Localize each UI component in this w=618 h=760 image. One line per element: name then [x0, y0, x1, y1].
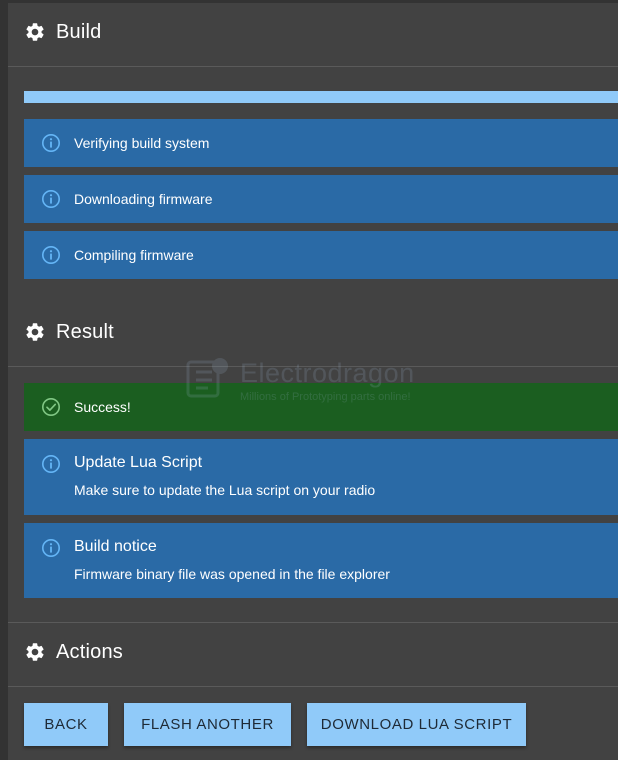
- window-top-edge: [0, 0, 618, 3]
- update-lua-alert: Update Lua Script Make sure to update th…: [24, 439, 618, 515]
- build-notice-alert: Build notice Firmware binary file was op…: [24, 523, 618, 598]
- success-label: Success!: [74, 399, 131, 415]
- check-circle-icon: [42, 398, 60, 416]
- actions-section-title: Actions: [56, 640, 123, 663]
- info-icon: [42, 134, 60, 152]
- divider: [8, 366, 618, 367]
- divider: [8, 622, 618, 623]
- build-progress-bar: [24, 91, 618, 103]
- success-alert: Success!: [24, 383, 618, 431]
- build-step-compile: Compiling firmware: [24, 231, 618, 279]
- info-icon: [42, 455, 60, 473]
- build-step-label: Compiling firmware: [74, 247, 194, 263]
- gear-icon: [26, 643, 44, 661]
- alert-body: Firmware binary file was opened in the f…: [74, 566, 390, 582]
- info-icon: [42, 190, 60, 208]
- alert-title: Build notice: [74, 538, 157, 555]
- info-icon: [42, 539, 60, 557]
- divider: [8, 66, 618, 67]
- build-step-verify: Verifying build system: [24, 119, 618, 167]
- build-step-download: Downloading firmware: [24, 175, 618, 223]
- gear-icon: [26, 23, 44, 41]
- actions-section-header: Actions: [24, 637, 123, 667]
- result-section-header: Result: [24, 317, 114, 347]
- back-button[interactable]: BACK: [24, 703, 108, 746]
- gear-icon: [26, 323, 44, 341]
- result-section-title: Result: [56, 320, 114, 343]
- build-step-label: Downloading firmware: [74, 191, 213, 207]
- build-section-header: Build: [24, 17, 101, 47]
- divider: [8, 686, 618, 687]
- flash-another-button[interactable]: FLASH ANOTHER: [124, 703, 291, 746]
- info-icon: [42, 246, 60, 264]
- alert-title: Update Lua Script: [74, 454, 203, 471]
- alert-body: Make sure to update the Lua script on yo…: [74, 482, 376, 498]
- download-lua-script-button[interactable]: DOWNLOAD LUA SCRIPT: [307, 703, 526, 746]
- build-section-title: Build: [56, 20, 102, 43]
- build-step-label: Verifying build system: [74, 135, 210, 151]
- window-left-edge: [0, 0, 8, 760]
